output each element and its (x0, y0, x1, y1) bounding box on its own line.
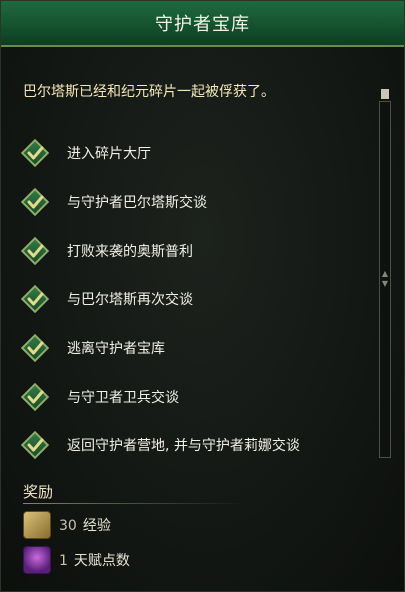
objective-label: 与巴尔塔斯再次交谈 (67, 292, 193, 309)
reward-value: 30 (59, 518, 77, 534)
reward-label: 天赋点数 (73, 553, 130, 569)
quest-description: 巴尔塔斯已经和纪元碎片一起被俘获了。 (23, 84, 275, 100)
checkmark-icon (19, 429, 51, 461)
reward-experience: 30 经验 (23, 511, 111, 539)
objective-item: 与守卫者卫兵交谈 (19, 372, 374, 421)
objectives-list: 进入碎片大厅 与守护者巴尔塔斯交谈 打败来袭的奥斯普利 与巴尔塔斯再次交谈 逃离… (19, 129, 374, 470)
panel-title: 守护者宝库 (155, 14, 250, 35)
objective-item: 逃离守护者宝库 (19, 324, 374, 373)
talent-point-icon (23, 546, 51, 574)
scroll-up-icon[interactable]: ▲ (381, 270, 389, 278)
title-bar: 守护者宝库 (1, 1, 404, 47)
objective-item: 返回守护者营地, 并与守护者莉娜交谈 (19, 421, 374, 470)
objective-item: 与守护者巴尔塔斯交谈 (19, 178, 374, 227)
rewards-divider (23, 503, 243, 504)
reward-talent-points: 1 天赋点数 (23, 546, 130, 574)
objective-item: 进入碎片大厅 (19, 129, 374, 178)
xp-scroll-icon (23, 511, 51, 539)
objective-label: 返回守护者营地, 并与守护者莉娜交谈 (67, 438, 300, 455)
checkmark-icon (19, 283, 51, 315)
objective-label: 与守卫者卫兵交谈 (67, 389, 179, 406)
objective-label: 与守护者巴尔塔斯交谈 (67, 195, 207, 212)
checkmark-icon (19, 381, 51, 413)
scrollbar[interactable]: ▲ ▼ (379, 101, 391, 458)
checkmark-icon (19, 332, 51, 364)
checkmark-icon (19, 235, 51, 267)
objective-label: 打败来袭的奥斯普利 (67, 243, 193, 260)
scroll-down-icon[interactable]: ▼ (381, 280, 389, 288)
objective-label: 逃离守护者宝库 (67, 341, 165, 358)
checkmark-icon (19, 137, 51, 169)
scroll-top-cap[interactable] (381, 89, 389, 99)
rewards-heading: 奖励 (23, 483, 54, 501)
objective-item: 与巴尔塔斯再次交谈 (19, 275, 374, 324)
reward-value: 1 (59, 553, 68, 569)
quest-panel: 守护者宝库 巴尔塔斯已经和纪元碎片一起被俘获了。 进入碎片大厅 与守护者巴尔塔斯… (0, 0, 405, 592)
reward-label: 经验 (82, 518, 111, 534)
checkmark-icon (19, 186, 51, 218)
objective-label: 进入碎片大厅 (67, 146, 151, 163)
objective-item: 打败来袭的奥斯普利 (19, 226, 374, 275)
